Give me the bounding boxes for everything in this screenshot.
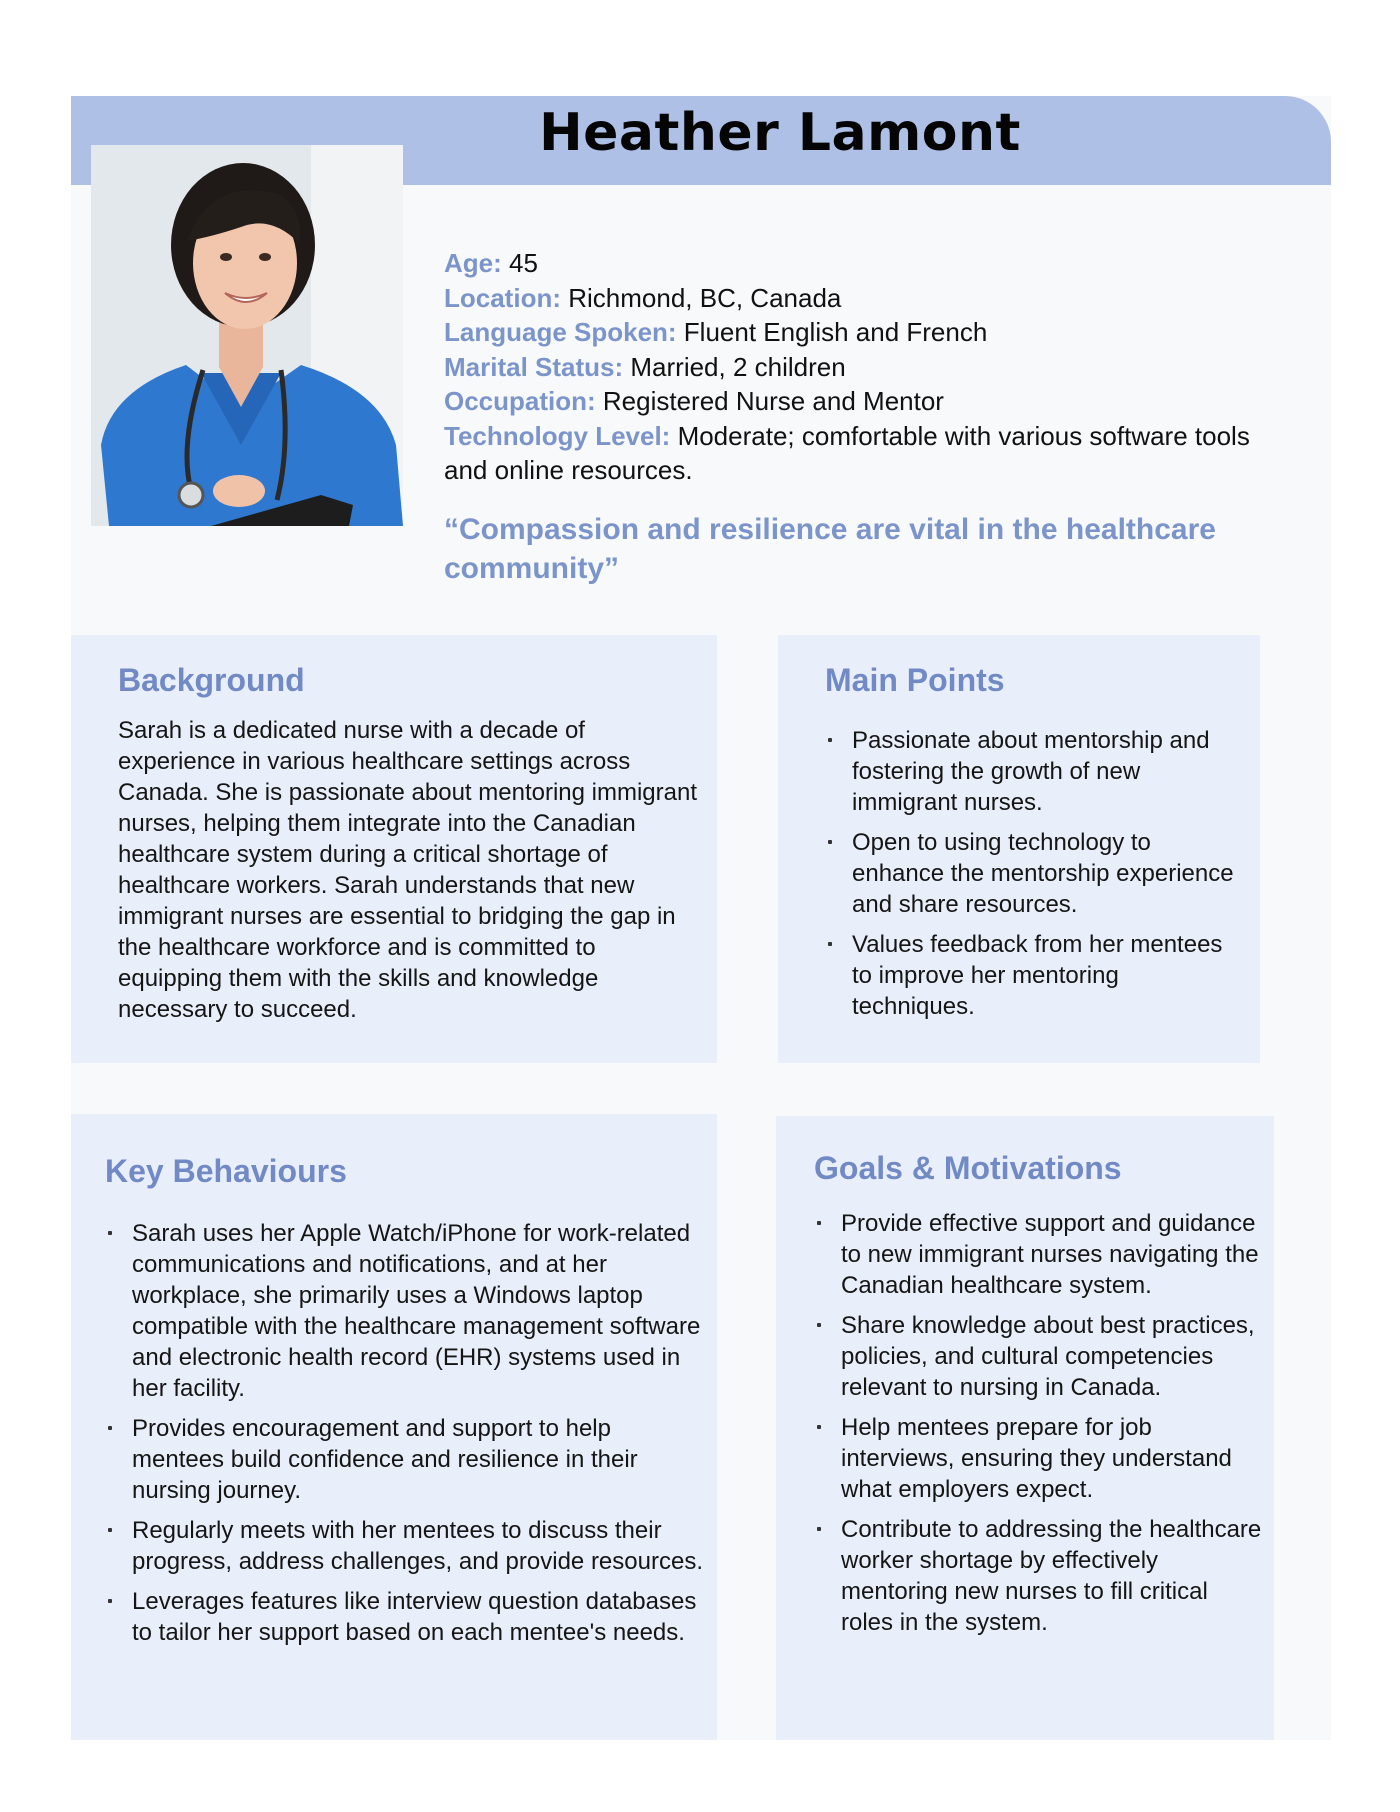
list-item: Sarah uses her Apple Watch/iPhone for wo… <box>105 1218 705 1404</box>
detail-label: Language Spoken: <box>444 317 677 347</box>
detail-value: Fluent English and French <box>676 317 988 347</box>
detail-label: Occupation: <box>444 386 596 416</box>
list-item: Help mentees prepare for job interviews,… <box>814 1412 1264 1505</box>
detail-technology-level: Technology Level: Moderate; comfortable … <box>444 419 1274 488</box>
detail-marital-status: Marital Status: Married, 2 children <box>444 350 1274 385</box>
key-behaviours-panel: Key Behaviours Sarah uses her Apple Watc… <box>71 1114 717 1740</box>
list-item: Leverages features like interview questi… <box>105 1586 705 1648</box>
list-item: Open to using technology to enhance the … <box>825 827 1245 920</box>
main-points-panel: Main Points Passionate about mentorship … <box>778 635 1260 1063</box>
main-points-title: Main Points <box>825 662 1005 698</box>
key-behaviours-title: Key Behaviours <box>105 1153 347 1189</box>
detail-location: Location: Richmond, BC, Canada <box>444 281 1274 316</box>
list-item: Values feedback from her mentees to impr… <box>825 929 1245 1022</box>
background-title: Background <box>118 662 305 698</box>
nurse-portrait-illustration <box>91 145 403 526</box>
list-item: Regularly meets with her mentees to disc… <box>105 1515 705 1577</box>
detail-label: Location: <box>444 282 561 313</box>
detail-age: Age: 45 <box>444 246 1274 281</box>
detail-label: Technology Level: <box>444 420 671 451</box>
detail-language: Language Spoken: Fluent English and Fren… <box>444 315 1274 350</box>
persona-name: Heather Lamont <box>539 103 1021 163</box>
list-item: Provide effective support and guidance t… <box>814 1208 1264 1301</box>
detail-label: Marital Status: <box>444 351 624 382</box>
detail-value: 45 <box>501 248 538 278</box>
detail-value: Married, 2 children <box>623 351 846 382</box>
list-item: Contribute to addressing the healthcare … <box>814 1514 1264 1638</box>
persona-quote: “Compassion and resilience are vital in … <box>444 513 1216 585</box>
persona-details: Age: 45 Location: Richmond, BC, Canada L… <box>444 246 1274 488</box>
detail-label: Age: <box>444 248 502 278</box>
detail-value: Richmond, BC, Canada <box>561 282 842 313</box>
goals-title: Goals & Motivations <box>814 1150 1122 1186</box>
key-behaviours-list: Sarah uses her Apple Watch/iPhone for wo… <box>105 1218 705 1657</box>
list-item: Provides encouragement and support to he… <box>105 1413 705 1506</box>
detail-value: Registered Nurse and Mentor <box>595 386 944 416</box>
list-item: Passionate about mentorship and fosterin… <box>825 725 1245 818</box>
list-item: Share knowledge about best practices, po… <box>814 1310 1264 1403</box>
main-points-list: Passionate about mentorship and fosterin… <box>825 725 1245 1031</box>
background-text: Sarah is a dedicated nurse with a decade… <box>118 717 697 1023</box>
persona-photo <box>91 145 403 526</box>
detail-occupation: Occupation: Registered Nurse and Mentor <box>444 384 1274 419</box>
background-panel: Background Sarah is a dedicated nurse wi… <box>71 635 717 1063</box>
goals-list: Provide effective support and guidance t… <box>814 1208 1264 1647</box>
goals-motivations-panel: Goals & Motivations Provide effective su… <box>776 1116 1274 1740</box>
